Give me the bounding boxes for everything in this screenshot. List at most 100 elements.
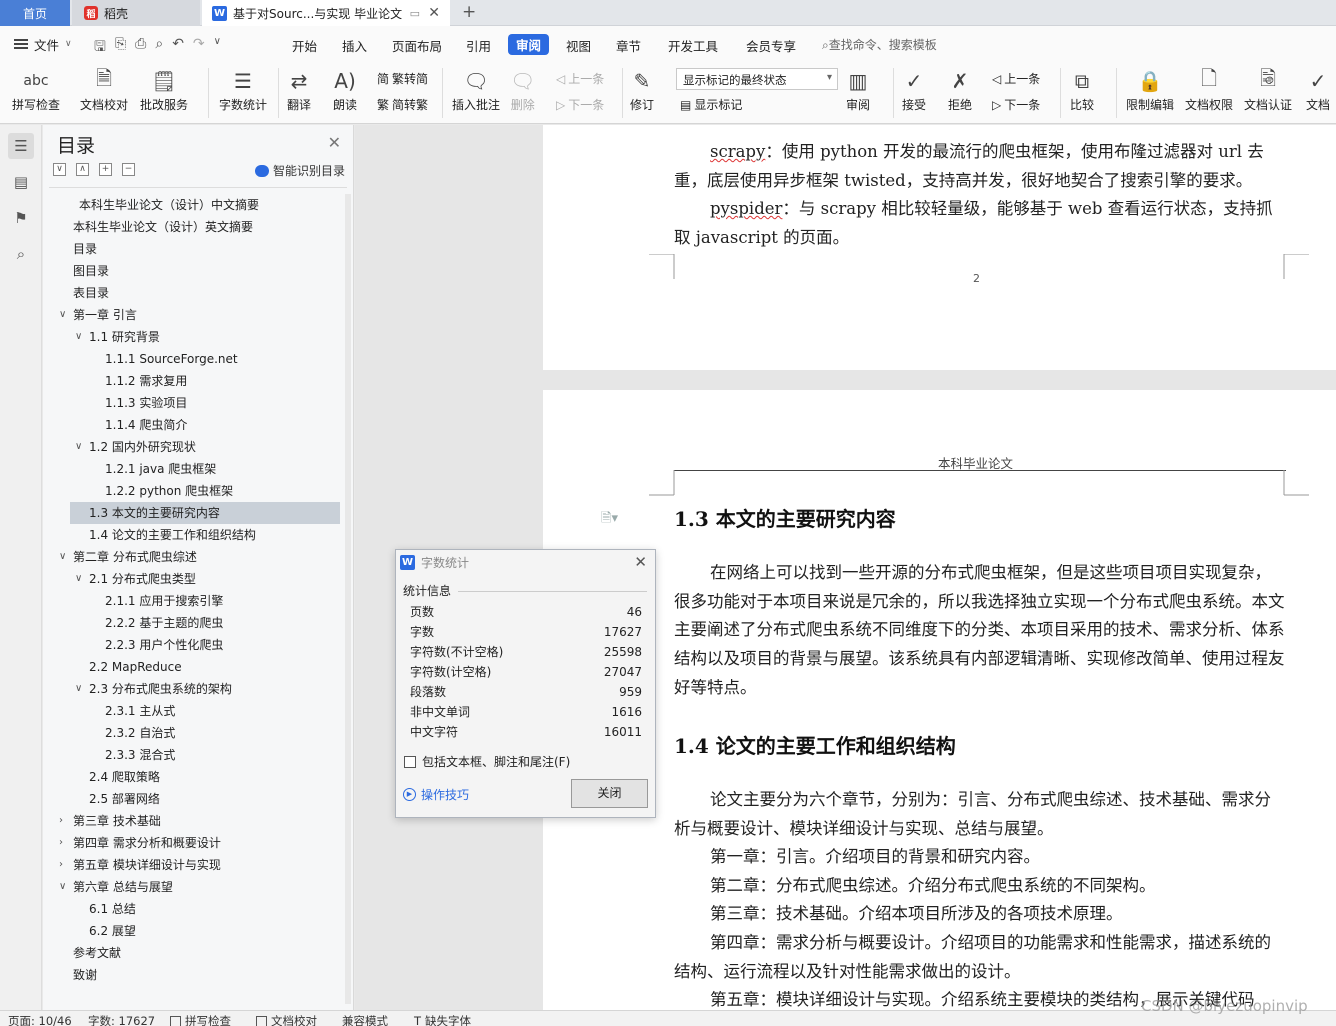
toc-item[interactable]: › 第三章 技术基础	[43, 810, 353, 832]
toc-item[interactable]: ∨ 1.1 研究背景	[43, 326, 353, 348]
word-count-indicator[interactable]: 字数: 17627	[88, 1013, 155, 1026]
chevron-down-icon[interactable]: ∨	[75, 678, 82, 700]
toc-item[interactable]: 1.1.2 需求复用	[43, 370, 353, 392]
spell-check-button[interactable]: abc 拼写检查	[12, 66, 60, 113]
delete-comment-button[interactable]: 🗨 删除	[510, 66, 535, 113]
toc-item[interactable]: 目录	[43, 238, 353, 260]
toc-item[interactable]: 2.2.2 基于主题的爬虫	[43, 612, 353, 634]
toc-item[interactable]: ∨ 第六章 总结与展望	[43, 876, 353, 898]
chevron-right-icon[interactable]: ›	[59, 854, 63, 876]
menu-references[interactable]: 引用	[466, 36, 491, 55]
menu-chapter[interactable]: 章节	[616, 36, 641, 55]
toc-item[interactable]: 6.1 总结	[43, 898, 353, 920]
toc-item[interactable]: 图目录	[43, 260, 353, 282]
toc-item[interactable]: 2.4 爬取策略	[43, 766, 353, 788]
menu-layout[interactable]: 页面布局	[392, 36, 442, 55]
toc-item[interactable]: 本科生毕业论文（设计）中文摘要	[43, 194, 353, 216]
tab-daoke[interactable]: 稻 稻壳	[72, 0, 200, 26]
toc-item[interactable]: 1.2.2 python 爬虫框架	[43, 480, 353, 502]
chevron-down-icon[interactable]: ∨	[59, 546, 66, 568]
compare-button[interactable]: ⧉ 比较	[1070, 66, 1094, 113]
toc-item[interactable]: ∨ 第一章 引言	[43, 304, 353, 326]
chevron-right-icon[interactable]: ›	[59, 832, 63, 854]
export-pdf-icon[interactable]: ⎘	[115, 36, 126, 60]
menu-insert[interactable]: 插入	[342, 36, 367, 55]
save-icon[interactable]: 🖫	[94, 36, 106, 60]
toc-item[interactable]: 1.2.1 java 爬虫框架	[43, 458, 353, 480]
toc-item[interactable]: 2.3.2 自治式	[43, 722, 353, 744]
bookmark-icon[interactable]: ⚑	[8, 205, 34, 231]
remove-heading-icon[interactable]: −	[122, 163, 135, 176]
missing-font-button[interactable]: T 缺失字体	[414, 1013, 471, 1026]
menu-member[interactable]: 会员专享	[746, 36, 796, 55]
toc-item[interactable]: ∨ 2.1 分布式爬虫类型	[43, 568, 353, 590]
show-markup-button[interactable]: ▤ 显示标记	[680, 96, 742, 113]
toc-item[interactable]: ∨ 2.3 分布式爬虫系统的架构	[43, 678, 353, 700]
tab-home[interactable]: 首页	[0, 0, 70, 26]
doc-check-toggle[interactable]: 文档校对	[256, 1013, 317, 1026]
toc-item[interactable]: › 第四章 需求分析和概要设计	[43, 832, 353, 854]
chevron-down-icon[interactable]: ∨	[75, 326, 82, 348]
simp-to-trad-button[interactable]: 繁简转繁	[377, 96, 428, 113]
menu-review[interactable]: 审阅	[508, 34, 550, 55]
track-changes-button[interactable]: ✎ 修订	[630, 66, 654, 113]
toc-item[interactable]: 1.1.4 爬虫简介	[43, 414, 353, 436]
chapter-nav-icon[interactable]: ▤	[8, 169, 34, 195]
reject-button[interactable]: ✗ 拒绝	[948, 66, 972, 113]
chevron-down-icon[interactable]: ∨	[75, 568, 82, 590]
file-menu[interactable]: 文件 ∨	[14, 35, 72, 54]
collapse-all-icon[interactable]: ∨	[53, 163, 66, 176]
toc-item[interactable]: › 第五章 模块详细设计与实现	[43, 854, 353, 876]
include-textbox-checkbox[interactable]: 包括文本框、脚注和尾注(F)	[404, 753, 570, 770]
spell-check-toggle[interactable]: 拼写检查	[170, 1013, 231, 1026]
tab-close-icon[interactable]: ✕	[428, 5, 440, 21]
close-button[interactable]: 关闭	[571, 779, 648, 808]
toc-item[interactable]: 1.3 本文的主要研究内容	[70, 502, 340, 524]
toc-item[interactable]: 2.1.1 应用于搜索引擎	[43, 590, 353, 612]
tips-link[interactable]: ▶ 操作技巧	[403, 786, 469, 803]
menu-view[interactable]: 视图	[566, 36, 591, 55]
toc-item[interactable]: 表目录	[43, 282, 353, 304]
toc-item[interactable]: 2.3.3 混合式	[43, 744, 353, 766]
expand-up-icon[interactable]: ∧	[76, 163, 89, 176]
next-change-button[interactable]: ▷ 下一条	[992, 96, 1040, 113]
close-icon[interactable]: ✕	[634, 553, 647, 571]
toc-item[interactable]: 1.4 论文的主要工作和组织结构	[43, 524, 353, 546]
new-tab-icon[interactable]: +	[462, 2, 476, 22]
toc-item[interactable]: 参考文献	[43, 942, 353, 964]
next-comment-button[interactable]: ▷ 下一条	[556, 96, 604, 113]
accept-button[interactable]: ✓ 接受	[902, 66, 926, 113]
doc-more-button[interactable]: ✓ 文档	[1306, 66, 1330, 113]
prev-comment-button[interactable]: ◁ 上一条	[556, 70, 604, 87]
translate-button[interactable]: ⇄ 翻译	[287, 66, 311, 113]
insert-comment-button[interactable]: 🗨 插入批注	[452, 66, 500, 113]
toc-item[interactable]: 6.2 展望	[43, 920, 353, 942]
toc-scrollbar[interactable]	[345, 194, 351, 1004]
paragraph-menu-icon[interactable]: 🗎▾	[601, 509, 618, 531]
doc-check-button[interactable]: 🗎 文档校对	[80, 66, 128, 113]
trad-to-simp-button[interactable]: 简繁转简	[377, 70, 428, 87]
toc-item[interactable]: 2.5 部署网络	[43, 788, 353, 810]
smart-toc-button[interactable]: 智能识别目录	[254, 162, 345, 179]
close-icon[interactable]: ✕	[328, 133, 341, 152]
print-preview-icon[interactable]: ⌕	[155, 36, 163, 60]
menu-start[interactable]: 开始	[292, 36, 317, 55]
menu-developer[interactable]: 开发工具	[668, 36, 718, 55]
review-pane-button[interactable]: ▥ 审阅	[846, 66, 870, 113]
undo-icon[interactable]: ↶	[172, 36, 184, 60]
markup-state-select[interactable]: 显示标记的最终状态	[676, 68, 838, 90]
toc-item[interactable]: 2.2 MapReduce	[43, 656, 353, 678]
word-count-button[interactable]: ☰ 字数统计	[219, 66, 267, 113]
toc-panel-icon[interactable]: ☰	[8, 133, 34, 159]
monitor-icon[interactable]: ▭	[410, 7, 420, 20]
customize-icon[interactable]: ∨	[214, 36, 221, 60]
print-icon[interactable]: ⎙	[135, 36, 146, 60]
toc-item[interactable]: ∨ 第二章 分布式爬虫综述	[43, 546, 353, 568]
batch-service-button[interactable]: 🗒 批改服务	[140, 66, 188, 113]
chevron-down-icon[interactable]: ∨	[59, 876, 66, 898]
chevron-down-icon[interactable]: ∨	[75, 436, 82, 458]
add-heading-icon[interactable]: +	[99, 163, 112, 176]
toc-item[interactable]: 1.1.1 SourceForge.net	[43, 348, 353, 370]
redo-icon[interactable]: ↷	[193, 36, 205, 60]
command-search[interactable]: ⌕查找命令、搜索模板	[822, 36, 937, 53]
